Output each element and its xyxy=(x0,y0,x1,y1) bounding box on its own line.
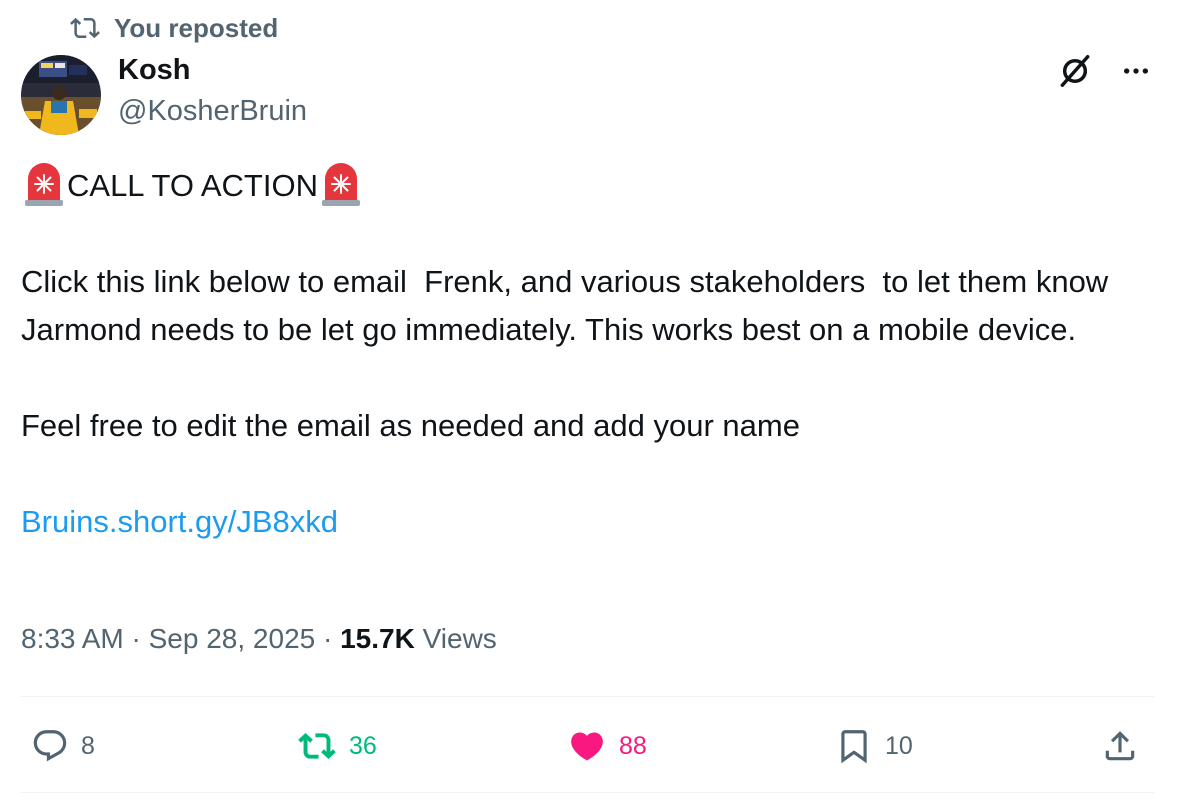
reply-count: 8 xyxy=(81,731,95,760)
call-to-action-line: CALL TO ACTION xyxy=(21,162,1161,210)
like-button[interactable]: 88 xyxy=(567,716,647,776)
tweet-body: CALL TO ACTION Click this link below to … xyxy=(21,162,1161,546)
meta-separator: · xyxy=(131,623,141,654)
heart-icon xyxy=(567,727,607,765)
repost-icon xyxy=(68,13,102,43)
divider xyxy=(21,696,1154,697)
repost-banner-text: You reposted xyxy=(114,12,279,43)
like-count: 88 xyxy=(619,731,647,760)
avatar[interactable] xyxy=(21,55,101,135)
repost-icon xyxy=(297,727,337,765)
slashed-circle-icon[interactable] xyxy=(1056,52,1094,90)
tweet-paragraph-1: Click this link below to email Frenk, an… xyxy=(21,264,1117,347)
share-button[interactable] xyxy=(1101,716,1139,776)
meta-separator: · xyxy=(323,623,333,654)
divider xyxy=(21,792,1154,793)
author-display-name[interactable]: Kosh xyxy=(118,54,191,87)
reply-icon xyxy=(31,727,69,765)
share-icon xyxy=(1101,727,1139,765)
more-icon[interactable] xyxy=(1120,55,1152,87)
tweet-link[interactable]: Bruins.short.gy/JB8xkd xyxy=(21,504,338,539)
header-actions xyxy=(1056,52,1152,90)
tweet-time[interactable]: 8:33 AM xyxy=(21,623,124,654)
repost-banner[interactable]: You reposted xyxy=(68,12,278,44)
repost-button[interactable]: 36 xyxy=(297,716,377,776)
call-to-action-text: CALL TO ACTION xyxy=(67,168,318,203)
rotating-light-emoji xyxy=(21,163,67,209)
tweet-paragraph-2: Feel free to edit the email as needed an… xyxy=(21,408,800,443)
bookmark-icon xyxy=(835,727,873,765)
tweet-meta: 8:33 AM · Sep 28, 2025 · 15.7K Views xyxy=(21,623,497,655)
reply-button[interactable]: 8 xyxy=(31,716,95,776)
bookmark-count: 10 xyxy=(885,731,913,760)
tweet-date[interactable]: Sep 28, 2025 xyxy=(149,623,316,654)
views-count: 15.7K xyxy=(340,623,415,654)
repost-count: 36 xyxy=(349,731,377,760)
bookmark-button[interactable]: 10 xyxy=(835,716,913,776)
views-label: Views xyxy=(422,623,497,654)
author-handle[interactable]: @KosherBruin xyxy=(118,95,307,128)
action-bar: 8 36 88 10 xyxy=(21,716,1154,776)
rotating-light-emoji xyxy=(318,163,364,209)
